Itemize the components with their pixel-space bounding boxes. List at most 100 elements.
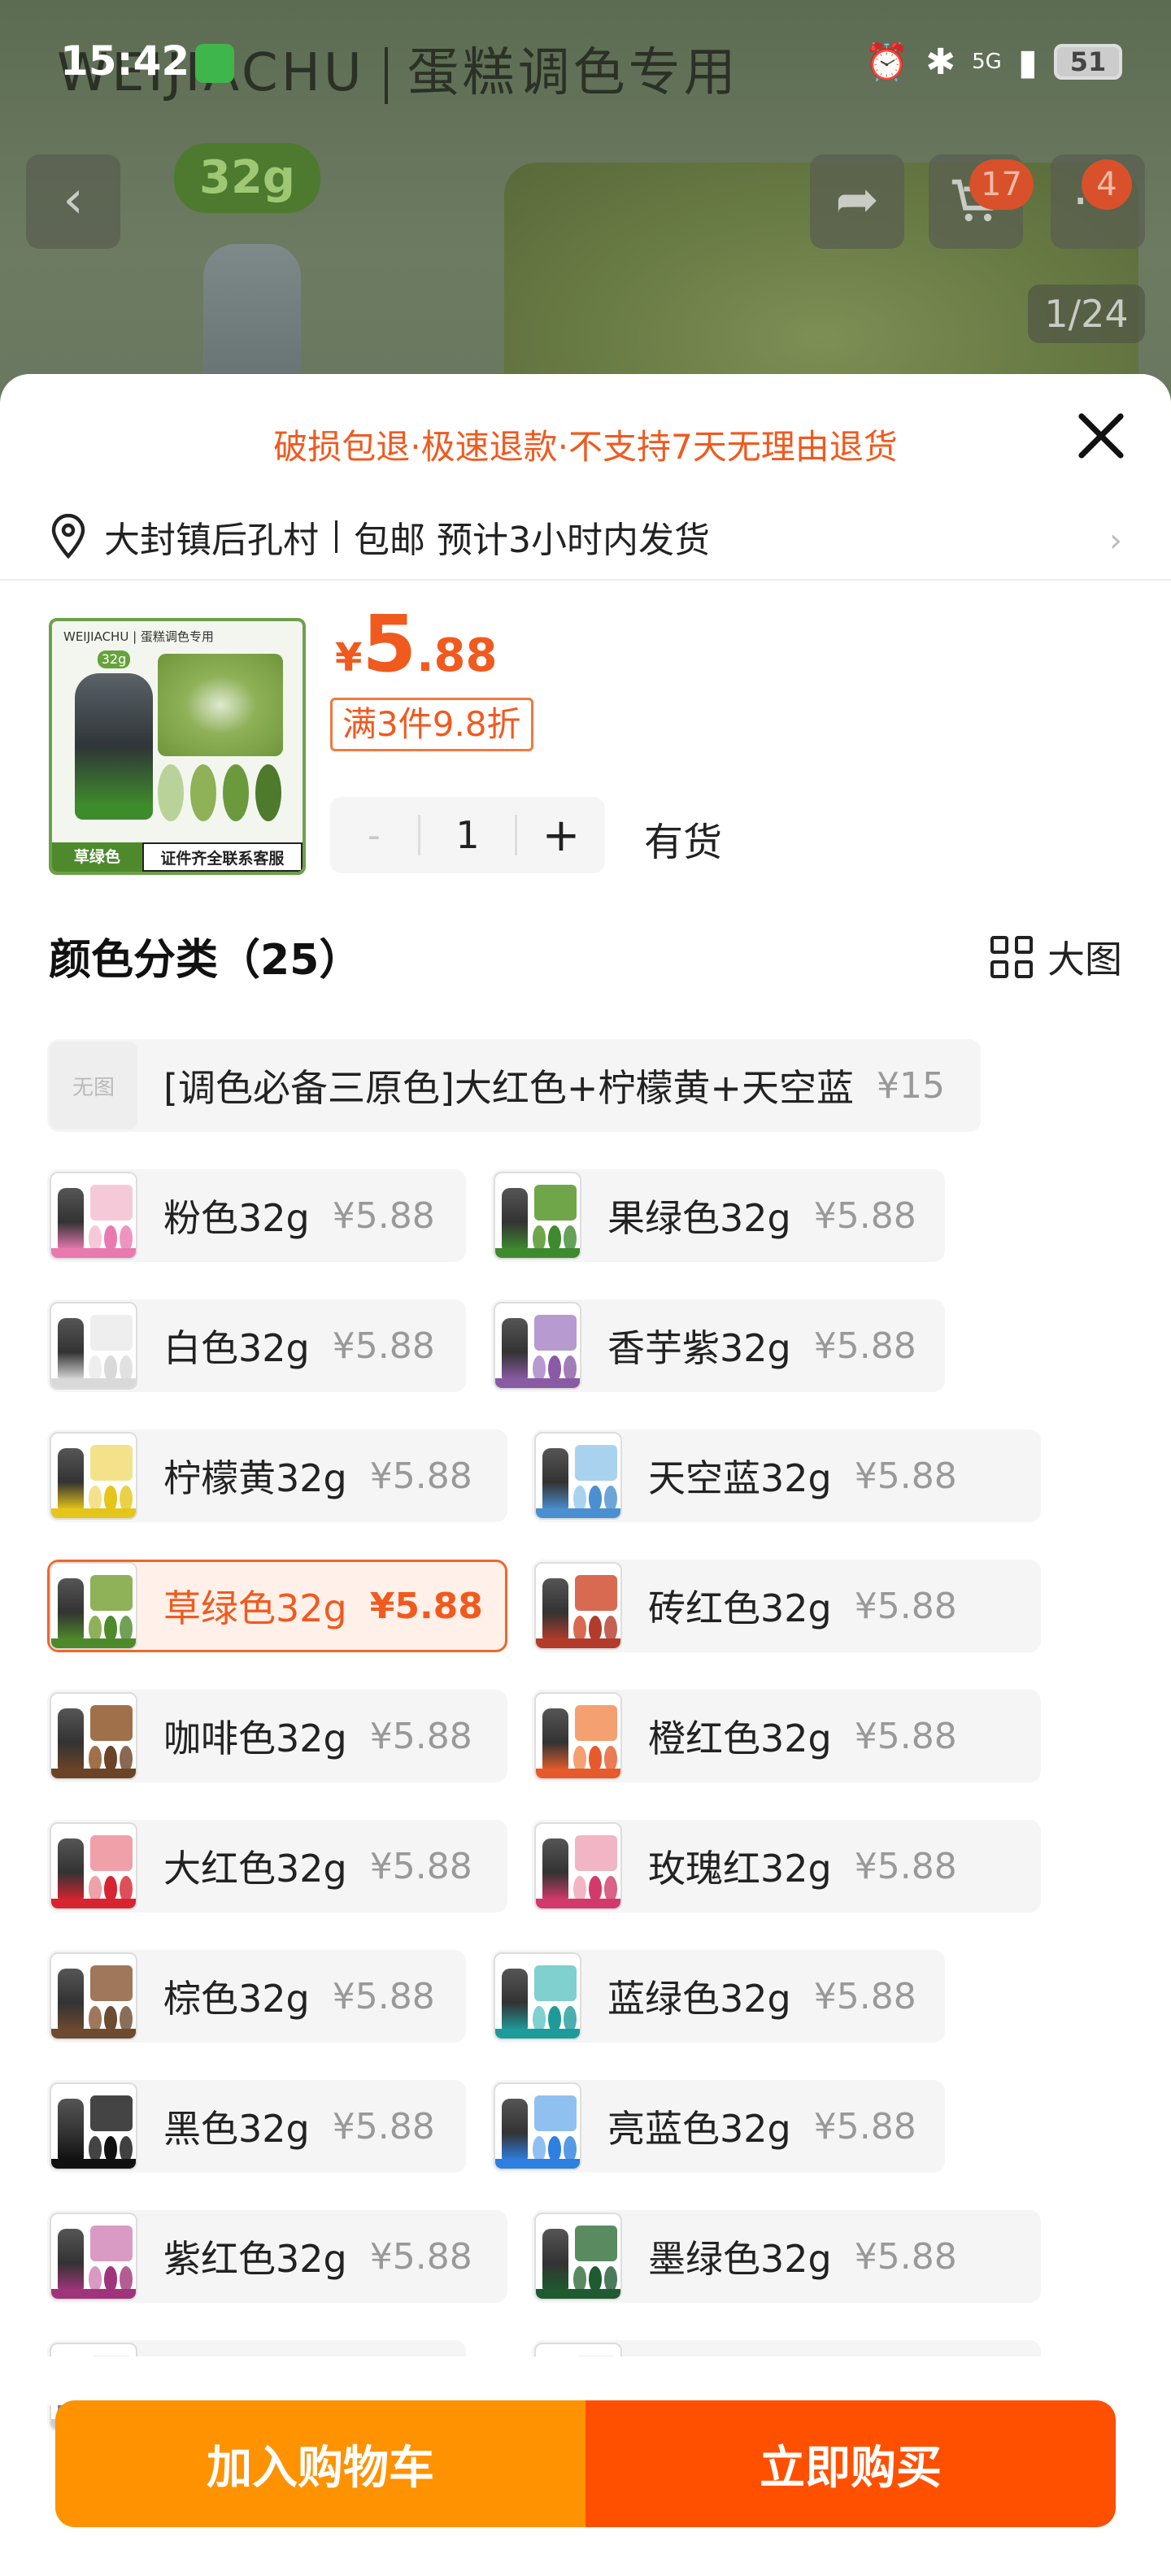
- thumb-cert-label: 证件齐全联系客服: [141, 842, 303, 872]
- option-price: ¥5.88: [369, 1845, 472, 1887]
- option-thumbnail: [534, 1822, 622, 1910]
- color-option[interactable]: 草绿色32g ¥5.88: [47, 1560, 507, 1652]
- chevron-right-icon: ›: [1109, 522, 1122, 559]
- buy-now-button[interactable]: 立即购买: [586, 2400, 1116, 2527]
- color-option[interactable]: 棕色32g ¥5.88: [47, 1950, 466, 2043]
- color-option[interactable]: 砖红色32g ¥5.88: [532, 1560, 1041, 1652]
- decrease-button[interactable]: -: [330, 815, 418, 856]
- option-thumbnail: [50, 2082, 137, 2170]
- option-name: 草绿色32g: [163, 1586, 347, 1630]
- color-option[interactable]: 白色32g ¥5.88: [47, 1299, 466, 1392]
- option-name: 黑色32g: [163, 2107, 310, 2151]
- color-option[interactable]: 紫红色32g ¥5.88: [47, 2210, 507, 2303]
- option-name: [调色必备三原色]大红色+柠檬黄+天空蓝: [163, 1066, 854, 1110]
- thumb-bottle: [75, 673, 153, 820]
- option-price: ¥5.88: [369, 1585, 483, 1627]
- signal-bars-icon: ▮: [1017, 41, 1038, 83]
- bluetooth-icon: ✱: [925, 41, 956, 83]
- color-option[interactable]: 黑色32g ¥5.88: [47, 2080, 466, 2173]
- price-integer: 5: [362, 598, 417, 690]
- delivery-address: 大封镇后孔村: [104, 520, 319, 561]
- option-thumbnail: [534, 1692, 622, 1780]
- option-price: ¥5.88: [332, 1975, 435, 2017]
- option-price: ¥5.88: [854, 1845, 957, 1887]
- thumb-color-label: 草绿色: [52, 842, 142, 872]
- option-price: ¥5.88: [854, 2235, 957, 2278]
- address-row[interactable]: 大封镇后孔村 包邮 预计3小时内发货 ›: [49, 504, 1122, 569]
- big-image-label: 大图: [1047, 938, 1122, 981]
- wechat-icon: [195, 44, 234, 83]
- thumb-swatches: [158, 764, 281, 821]
- option-thumbnail: [50, 1692, 137, 1780]
- option-thumbnail: [50, 1562, 137, 1650]
- option-price: ¥5.88: [369, 1455, 472, 1497]
- share-button[interactable]: ➦: [810, 154, 904, 249]
- option-price: ¥5.88: [813, 1194, 916, 1237]
- color-option[interactable]: 墨绿色32g ¥5.88: [532, 2210, 1041, 2303]
- divider: [335, 520, 337, 553]
- color-option[interactable]: 橙红色32g ¥5.88: [532, 1690, 1041, 1782]
- color-option[interactable]: 咖啡色32g ¥5.88: [47, 1690, 507, 1782]
- option-thumbnail: [534, 2213, 622, 2300]
- big-image-toggle[interactable]: 大图: [990, 930, 1122, 984]
- divider-line: [0, 579, 1171, 581]
- location-pin-icon: [51, 514, 85, 559]
- color-option[interactable]: 无图 [调色必备三原色]大红色+柠檬黄+天空蓝 ¥15: [47, 1039, 981, 1132]
- option-price: ¥5.88: [854, 1455, 957, 1497]
- option-name: 墨绿色32g: [648, 2237, 832, 2281]
- selected-sku-thumbnail[interactable]: WEIJIACHU | 蛋糕调色专用 32g 草绿色 证件齐全联系客服: [49, 618, 306, 875]
- price-symbol: ¥: [335, 635, 363, 681]
- grid-icon: [990, 936, 1033, 978]
- action-bar: 加入购物车 立即购买: [55, 2400, 1116, 2527]
- color-option[interactable]: 果绿色32g ¥5.88: [491, 1169, 945, 1262]
- option-thumbnail: [534, 1432, 622, 1520]
- option-price: ¥5.88: [332, 2105, 435, 2147]
- increase-button[interactable]: +: [517, 809, 605, 862]
- option-price: ¥5.88: [854, 1585, 957, 1627]
- option-name: 砖红色32g: [648, 1586, 832, 1630]
- option-thumbnail: [50, 1172, 137, 1260]
- option-price: ¥5.88: [813, 1325, 916, 1367]
- thumb-brand: WEIJIACHU | 蛋糕调色专用: [63, 629, 214, 644]
- color-option[interactable]: 大红色32g ¥5.88: [47, 1820, 507, 1912]
- return-policy-notice: 破损包退·极速退款·不支持7天无理由退货: [273, 427, 898, 467]
- option-price: ¥5.88: [332, 1194, 435, 1237]
- cart-count-badge: 17: [969, 159, 1034, 210]
- color-option[interactable]: 天空蓝32g ¥5.88: [532, 1429, 1041, 1522]
- option-name: 果绿色32g: [607, 1196, 791, 1240]
- option-name: 天空蓝32g: [648, 1456, 832, 1500]
- option-price: ¥5.88: [332, 1325, 435, 1367]
- option-price: ¥5.88: [854, 1715, 957, 1757]
- option-thumbnail: [50, 1952, 137, 2040]
- option-name: 大红色32g: [163, 1847, 347, 1891]
- option-name: 白色32g: [163, 1326, 310, 1370]
- status-icons: ⏰ ✱ 5G ▮ 51: [864, 41, 1122, 83]
- option-thumbnail: [50, 1822, 137, 1910]
- thumb-label: 草绿色 证件齐全联系客服: [52, 842, 303, 872]
- image-counter: 1/24: [1028, 285, 1145, 343]
- color-category-title: 颜色分类（25）: [49, 936, 362, 985]
- option-name: 橙红色32g: [648, 1717, 832, 1760]
- option-price: ¥5.88: [813, 1975, 916, 2017]
- price: ¥5.88: [335, 598, 497, 690]
- color-option[interactable]: 香芋紫32g ¥5.88: [491, 1299, 945, 1392]
- option-name: 棕色32g: [163, 1977, 310, 2021]
- color-option[interactable]: 粉色32g ¥5.88: [47, 1169, 466, 1262]
- list-fade: [0, 2356, 1171, 2405]
- quantity-stepper: - 1 +: [330, 797, 605, 873]
- back-button[interactable]: ‹: [26, 154, 120, 249]
- option-name: 柠檬黄32g: [163, 1456, 347, 1500]
- option-price: ¥5.88: [369, 1715, 472, 1757]
- size-badge: 32g: [174, 143, 320, 213]
- option-name: 蓝绿色32g: [607, 1977, 791, 2021]
- color-option[interactable]: 玫瑰红32g ¥5.88: [532, 1820, 1041, 1912]
- close-icon[interactable]: [1072, 407, 1130, 465]
- share-icon: ➦: [835, 170, 879, 230]
- add-to-cart-button[interactable]: 加入购物车: [55, 2400, 586, 2527]
- color-option[interactable]: 蓝绿色32g ¥5.88: [491, 1950, 945, 2043]
- option-thumbnail: [50, 1302, 137, 1390]
- color-option[interactable]: 柠檬黄32g ¥5.88: [47, 1429, 507, 1522]
- color-option[interactable]: 亮蓝色32g ¥5.88: [491, 2080, 945, 2173]
- quantity-value[interactable]: 1: [418, 815, 517, 855]
- sku-selector-sheet: 破损包退·极速退款·不支持7天无理由退货 大封镇后孔村 包邮 预计3小时内发货 …: [0, 374, 1171, 2576]
